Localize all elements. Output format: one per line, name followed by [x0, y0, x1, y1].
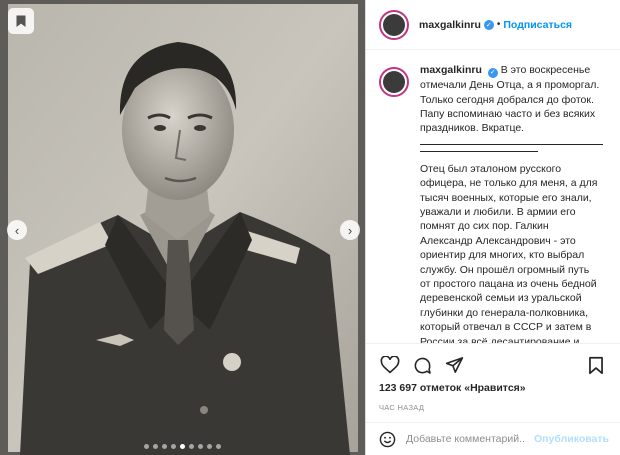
caption-body-line: который отвечал в СССР и затем в: [420, 321, 592, 334]
emoji-button[interactable]: [379, 431, 396, 448]
header-separator: •: [496, 19, 501, 30]
caption-body-line: помнят до сих пор. Галкин: [420, 220, 549, 233]
carousel-dot: [198, 444, 203, 449]
caption-body-line: Александр Александрович - это: [420, 234, 576, 247]
chevron-right-icon: ›: [347, 222, 353, 238]
heart-icon: [380, 356, 400, 374]
carousel-dot: [189, 444, 194, 449]
military-officer-portrait: [0, 0, 365, 455]
caption-body-line: от простого пацана из очень бедной: [420, 278, 597, 291]
post-header: maxgalkinru ✓ • Подписаться: [366, 0, 620, 50]
carousel-dot: [171, 444, 176, 449]
carousel-dot: [162, 444, 167, 449]
caption-body: Отец был эталоном русского офицера, не то…: [420, 162, 603, 343]
like-button[interactable]: [379, 354, 401, 376]
caption-divider: [420, 150, 538, 152]
emoji-icon: [379, 431, 396, 447]
caption-body-line: службу. Он прошёл огромный путь: [420, 263, 590, 276]
avatar[interactable]: [379, 9, 409, 40]
bookmark-icon: [589, 356, 603, 374]
caption-line: Папу вспоминаю часто и без всяких: [420, 108, 596, 121]
comment-box: Опубликовать: [366, 422, 620, 455]
carousel-dot: [153, 444, 158, 449]
caption-body-line: уважали и любили. В армии его: [420, 206, 576, 219]
caption-username[interactable]: maxgalkinru: [420, 64, 482, 76]
caption-body-line: глубинки до генерала-полковника,: [420, 306, 589, 319]
carousel-dot: [144, 444, 149, 449]
caption-line: В это воскресенье: [500, 64, 591, 76]
caption-body-line: ориентир для многих, кто выбрал: [420, 249, 585, 262]
caption-scroll-area[interactable]: maxgalkinru ✓ В это воскресенье отмечали…: [366, 50, 620, 343]
save-button[interactable]: [585, 354, 607, 376]
post-side-panel: maxgalkinru ✓ • Подписаться maxgalkinru …: [365, 0, 620, 455]
chevron-left-icon: ‹: [14, 222, 20, 238]
likes-count[interactable]: 123 697 отметок «Нравится»: [379, 382, 607, 394]
carousel-dot: [207, 444, 212, 449]
author-username[interactable]: maxgalkinru: [419, 19, 481, 31]
carousel-indicator: [0, 444, 365, 449]
caption-divider: [420, 143, 603, 145]
caption-avatar[interactable]: [379, 67, 409, 97]
post-timestamp[interactable]: ЧАС НАЗАД: [379, 403, 607, 412]
photo-bookmark-button[interactable]: [8, 8, 34, 34]
follow-button[interactable]: Подписаться: [503, 19, 572, 31]
caption-body-line: России за всё десантирование и: [420, 335, 580, 343]
caption-body-line: офицера, не только для меня, а для: [420, 177, 598, 190]
paper-plane-icon: [445, 357, 463, 373]
post-actions: 123 697 отметок «Нравится» ЧАС НАЗАД: [366, 343, 620, 412]
bookmark-filled-icon: [16, 15, 26, 27]
publish-button[interactable]: Опубликовать: [534, 433, 609, 445]
caption-body-line: деревенской семьи из уральской: [420, 292, 582, 305]
post-photo[interactable]: ‹ ›: [0, 0, 365, 455]
comment-icon: [414, 357, 431, 374]
verified-badge-icon: ✓: [487, 68, 498, 79]
comment-button[interactable]: [411, 354, 433, 376]
caption-body-line: Отец был эталоном русского: [420, 162, 562, 175]
verified-badge-icon: ✓: [483, 19, 494, 30]
carousel-prev-button[interactable]: ‹: [7, 220, 27, 240]
carousel-next-button[interactable]: ›: [340, 220, 360, 240]
caption-line: праздников. Вкратце.: [420, 122, 525, 135]
carousel-dot: [180, 444, 185, 449]
comment-input[interactable]: [406, 433, 526, 445]
caption-line: отмечали День Отца, а я проморгал.: [420, 79, 600, 92]
caption-text: maxgalkinru ✓ В это воскресенье отмечали…: [420, 63, 603, 343]
share-button[interactable]: [443, 354, 465, 376]
carousel-dot: [216, 444, 221, 449]
caption-line: Только сегодня добрался до фоток.: [420, 93, 594, 106]
caption-body-line: тысяч военных, которые его знали,: [420, 191, 592, 204]
